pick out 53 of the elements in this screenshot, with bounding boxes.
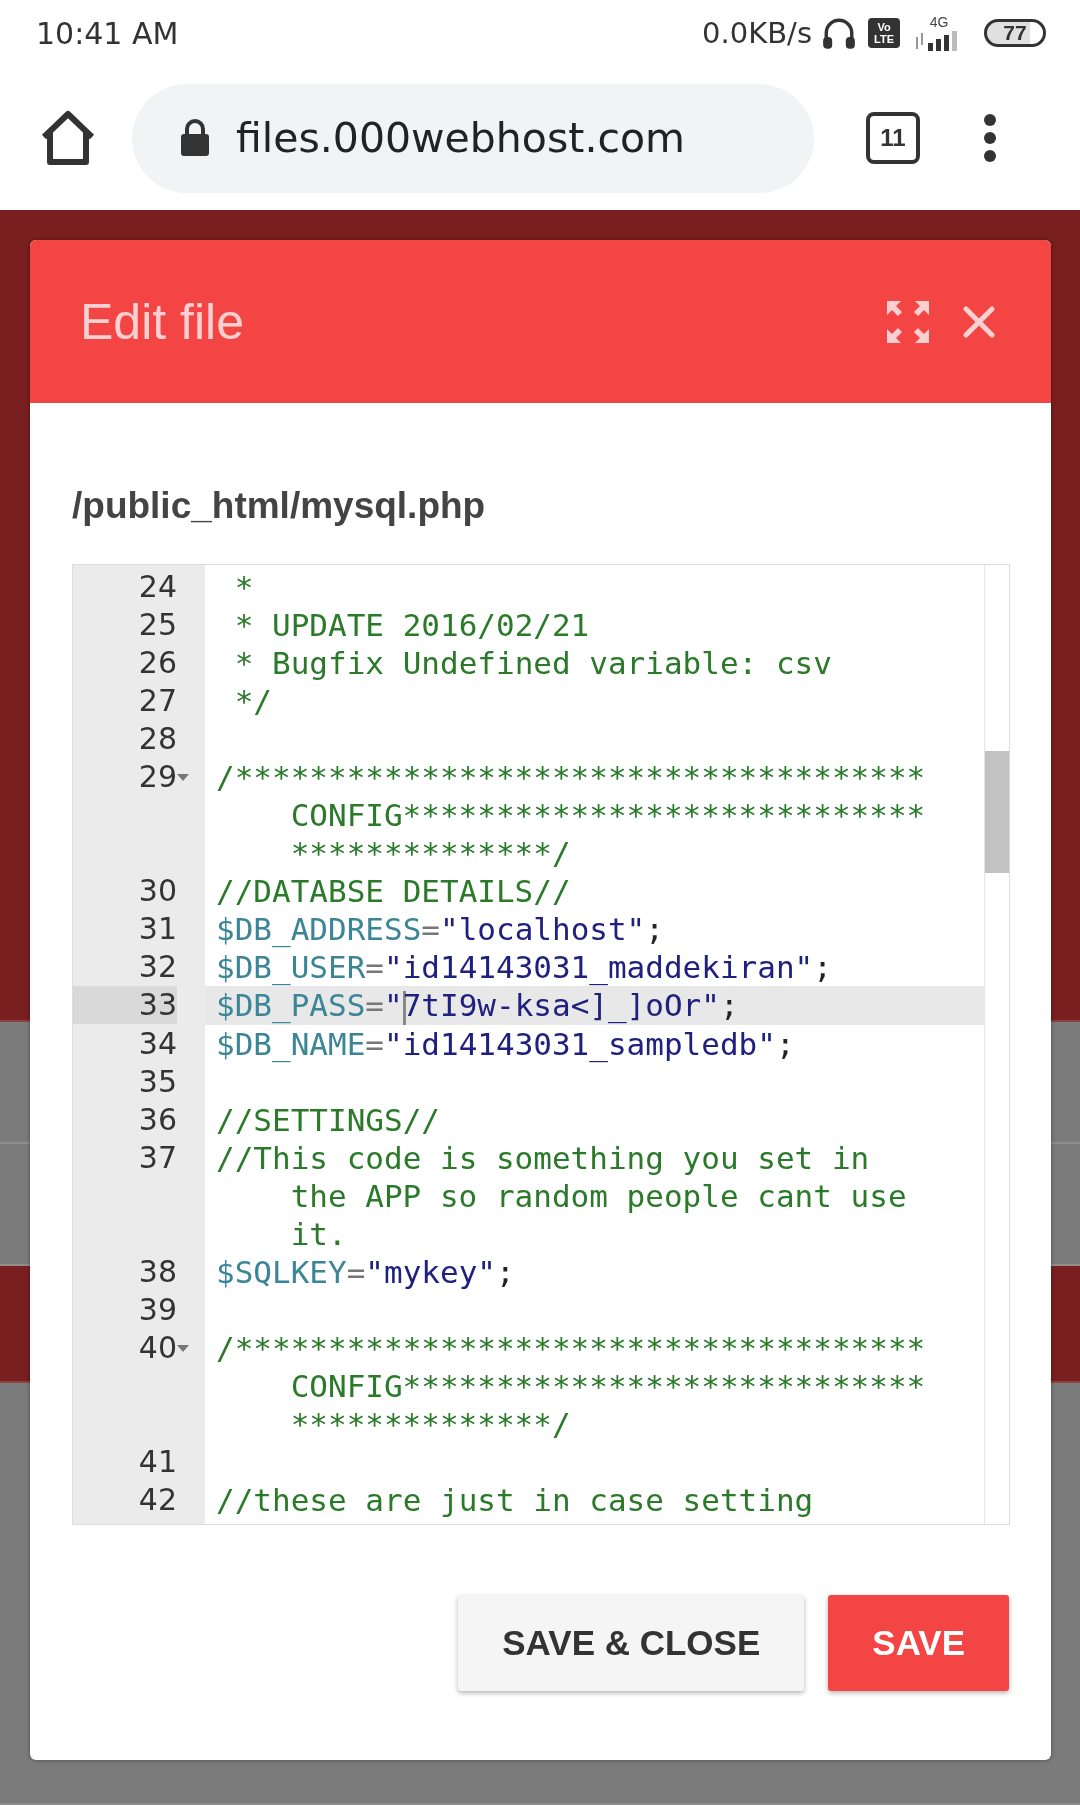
line-number: 40 xyxy=(137,1328,177,1367)
scrollbar[interactable] xyxy=(984,565,1009,1524)
code-line: $DB_ADDRESS="localhost"; xyxy=(215,910,665,948)
line-number: 28 xyxy=(137,720,177,758)
line-number: 30 xyxy=(137,872,177,910)
fullscreen-icon[interactable] xyxy=(887,300,929,343)
line-number: 33 xyxy=(73,986,177,1024)
network-speed: 0.0KB/s xyxy=(702,16,812,51)
tab-count[interactable]: 11 xyxy=(866,112,920,165)
line-number: 42 xyxy=(137,1480,177,1519)
code-line: * Bugfix Undefined variable: csv xyxy=(233,644,833,682)
line-number: 39 xyxy=(137,1290,177,1329)
line-number: 29 xyxy=(137,758,177,796)
line-number: 24 xyxy=(137,568,177,606)
fold-arrow-icon[interactable] xyxy=(177,774,189,781)
code-line: * UPDATE 2016/02/21 xyxy=(233,606,591,644)
file-path: /public_html/mysql.php xyxy=(72,485,487,527)
network-type: 4G xyxy=(929,15,949,30)
menu-icon[interactable] xyxy=(982,114,998,163)
battery-level: 77 xyxy=(984,19,1046,48)
headphones-icon xyxy=(822,16,856,51)
lock-icon xyxy=(180,119,210,158)
code-line: //DATABSE DETAILS// xyxy=(215,872,572,910)
line-number: 41 xyxy=(137,1442,177,1481)
address-bar[interactable]: files.000webhost.com xyxy=(132,83,814,193)
code-line: $DB_USER="id14143031_maddekiran"; xyxy=(215,948,833,986)
line-number: 37 xyxy=(137,1138,177,1177)
code-line: //these are just in case setting xyxy=(215,1480,815,1519)
volte-icon: Vo LTE xyxy=(868,18,900,49)
line-number: 27 xyxy=(137,682,177,720)
code-editor[interactable] xyxy=(72,564,1010,1525)
line-number: 34 xyxy=(137,1024,177,1063)
code-line: $SQLKEY="mykey"; xyxy=(215,1252,516,1291)
code-line: /************************************* CONFIG******************************************/ xyxy=(215,758,927,872)
fold-arrow-icon[interactable] xyxy=(177,1344,189,1352)
save-close-button[interactable]: SAVE & CLOSE xyxy=(458,1594,805,1691)
clock: 10:41 AM xyxy=(36,15,180,51)
line-number: 35 xyxy=(137,1062,177,1101)
code-line: //This code is something you set in the APP so random people cant use it. xyxy=(215,1138,908,1253)
scrollbar-thumb[interactable] xyxy=(985,751,1009,873)
code-line: * xyxy=(233,568,255,606)
code-line: /************************************* CONFIG******************************************/ xyxy=(215,1328,927,1443)
dialog-title: Edit file xyxy=(80,292,245,351)
line-number: 32 xyxy=(137,948,177,986)
line-number: 38 xyxy=(137,1252,177,1291)
line-number: 26 xyxy=(137,644,177,682)
code-line: */ xyxy=(233,682,273,720)
code-line: //SETTINGS// xyxy=(215,1100,441,1139)
save-button[interactable]: SAVE xyxy=(828,1594,1009,1691)
line-number: 36 xyxy=(137,1100,177,1139)
line-number: 25 xyxy=(137,606,177,644)
code-line: $DB_NAME="id14143031_sampledb"; xyxy=(215,1024,796,1063)
line-number: 31 xyxy=(137,910,177,948)
